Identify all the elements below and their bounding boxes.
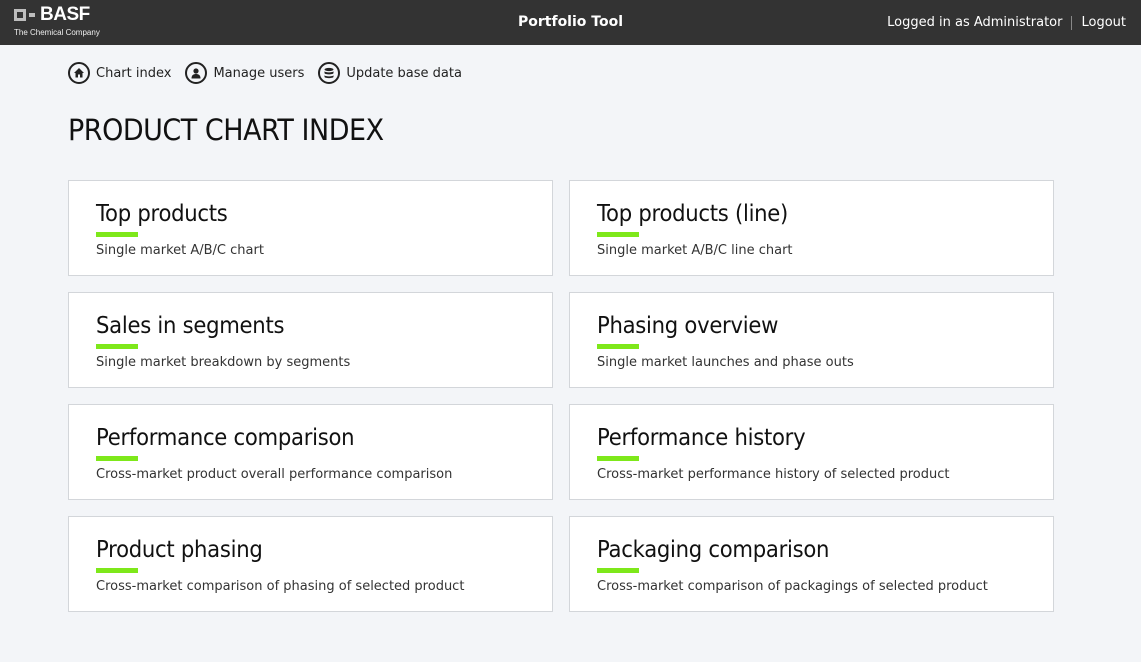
card-accent-bar [597,456,639,461]
card-accent-bar [96,232,138,237]
nav-update-base-data[interactable]: Update base data [318,62,462,84]
logout-link[interactable]: Logout [1081,0,1126,45]
card-description: Single market A/B/C line chart [597,243,793,258]
database-icon [318,62,341,84]
card-title: Sales in segments [96,313,285,339]
header-divider [1071,15,1073,30]
card-title: Product phasing [96,537,263,563]
card-description: Cross-market comparison of phasing of se… [96,579,465,594]
card-description: Cross-market comparison of packagings of… [597,579,988,594]
card-top-products-line[interactable]: Top products (line) Single market A/B/C … [569,180,1054,276]
card-description: Single market breakdown by segments [96,355,351,370]
card-accent-bar [597,568,639,573]
card-title: Phasing overview [597,313,779,339]
nav-manage-users-label: Manage users [213,65,305,81]
card-sales-in-segments[interactable]: Sales in segments Single market breakdow… [68,292,553,388]
basf-logo[interactable]: BASF The Chemical Company [14,4,114,39]
nav-chart-index-label: Chart index [96,65,172,81]
logged-in-status: Logged in as Administrator [887,15,1063,30]
logo-square-icon [14,9,26,21]
card-performance-history[interactable]: Performance history Cross-market perform… [569,404,1054,500]
top-bar: BASF The Chemical Company Portfolio Tool… [0,0,1141,45]
logo-dash-icon [29,13,35,17]
nav-update-base-data-label: Update base data [346,65,462,81]
card-accent-bar [96,344,138,349]
card-title: Packaging comparison [597,537,830,563]
main-nav: Chart index Manage users Update base dat… [68,60,476,86]
home-icon [68,62,90,84]
nav-chart-index[interactable]: Chart index [68,62,171,84]
card-accent-bar [597,344,639,349]
card-accent-bar [96,568,138,573]
card-description: Single market A/B/C chart [96,243,264,258]
card-performance-comparison[interactable]: Performance comparison Cross-market prod… [68,404,553,500]
card-accent-bar [96,456,138,461]
card-phasing-overview[interactable]: Phasing overview Single market launches … [569,292,1054,388]
card-top-products[interactable]: Top products Single market A/B/C chart [68,180,553,276]
card-description: Cross-market product overall performance… [96,467,453,482]
card-product-phasing[interactable]: Product phasing Cross-market comparison … [68,516,553,612]
card-title: Top products (line) [597,201,789,227]
card-description: Cross-market performance history of sele… [597,467,950,482]
card-description: Single market launches and phase outs [597,355,854,370]
page-title: PRODUCT CHART INDEX [68,113,384,147]
logo-tagline: The Chemical Company [14,28,100,37]
card-title: Top products [96,201,228,227]
logo-text: BASF [40,4,90,25]
card-accent-bar [597,232,639,237]
user-area: Logged in as Administrator Logout [887,0,1126,45]
card-title: Performance history [597,425,806,451]
card-title: Performance comparison [96,425,355,451]
card-packaging-comparison[interactable]: Packaging comparison Cross-market compar… [569,516,1054,612]
nav-manage-users[interactable]: Manage users [185,62,304,84]
user-icon [185,62,208,84]
